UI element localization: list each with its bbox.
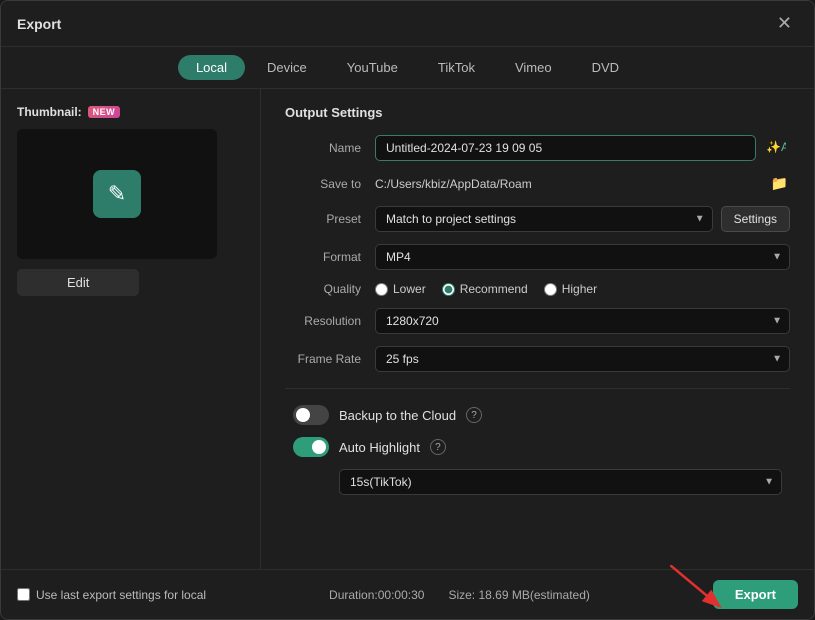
quality-lower-radio[interactable] bbox=[375, 283, 388, 296]
quality-row: Quality Lower Recommend Higher bbox=[285, 282, 790, 296]
backup-label: Backup to the Cloud bbox=[339, 408, 456, 423]
new-badge: NEW bbox=[88, 106, 121, 118]
format-label: Format bbox=[285, 250, 375, 264]
settings-button[interactable]: Settings bbox=[721, 206, 790, 232]
tiktok-duration-row: 15s(TikTok) ▼ bbox=[339, 469, 782, 495]
tab-youtube[interactable]: YouTube bbox=[329, 55, 416, 80]
pencil-icon: ✎ bbox=[108, 181, 126, 207]
last-settings-checkbox[interactable] bbox=[17, 588, 30, 601]
bottom-bar: Use last export settings for local Durat… bbox=[1, 569, 814, 619]
right-panel: Output Settings Name ✨AI Save to C:/User… bbox=[261, 89, 814, 569]
size-label: Size: bbox=[448, 588, 475, 602]
backup-help-icon[interactable]: ? bbox=[466, 407, 482, 423]
frame-rate-label: Frame Rate bbox=[285, 352, 375, 366]
thumbnail-label: Thumbnail: NEW bbox=[17, 105, 244, 119]
tab-device[interactable]: Device bbox=[249, 55, 325, 80]
duration-label: Duration: bbox=[329, 588, 378, 602]
tab-vimeo[interactable]: Vimeo bbox=[497, 55, 570, 80]
size-info: Size: 18.69 MB(estimated) bbox=[448, 588, 589, 602]
quality-label: Quality bbox=[285, 282, 375, 296]
window-title: Export bbox=[17, 16, 61, 32]
quality-recommend-radio[interactable] bbox=[442, 283, 455, 296]
ai-button[interactable]: ✨AI bbox=[762, 134, 790, 161]
quality-higher-label: Higher bbox=[562, 282, 597, 296]
resolution-row: Resolution 1280x720 ▼ bbox=[285, 308, 790, 334]
thumbnail-icon: ✎ bbox=[93, 170, 141, 218]
format-select[interactable]: MP4 bbox=[375, 244, 790, 270]
frame-rate-row: Frame Rate 25 fps ▼ bbox=[285, 346, 790, 372]
name-row: Name ✨AI bbox=[285, 134, 790, 161]
folder-button[interactable]: 📁 bbox=[769, 173, 790, 194]
auto-highlight-row: Auto Highlight ? bbox=[293, 437, 782, 457]
divider bbox=[285, 388, 790, 389]
quality-higher-radio[interactable] bbox=[544, 283, 557, 296]
auto-highlight-help-icon[interactable]: ? bbox=[430, 439, 446, 455]
quality-lower-option[interactable]: Lower bbox=[375, 282, 426, 296]
last-settings-label: Use last export settings for local bbox=[36, 588, 206, 602]
auto-highlight-toggle[interactable] bbox=[293, 437, 329, 457]
tab-local[interactable]: Local bbox=[178, 55, 245, 80]
resolution-select[interactable]: 1280x720 bbox=[375, 308, 790, 334]
quality-recommend-option[interactable]: Recommend bbox=[442, 282, 528, 296]
duration-info: Duration:00:00:30 bbox=[329, 588, 424, 602]
resolution-label: Resolution bbox=[285, 314, 375, 328]
backup-toggle-knob bbox=[296, 408, 310, 422]
frame-rate-select[interactable]: 25 fps bbox=[375, 346, 790, 372]
close-button[interactable]: ✕ bbox=[771, 11, 798, 36]
tabs-row: Local Device YouTube TikTok Vimeo DVD bbox=[1, 47, 814, 89]
name-input[interactable] bbox=[375, 135, 756, 161]
save-to-row: Save to C:/Users/kbiz/AppData/Roam 📁 bbox=[285, 173, 790, 194]
auto-highlight-label: Auto Highlight bbox=[339, 440, 420, 455]
quality-higher-option[interactable]: Higher bbox=[544, 282, 597, 296]
bottom-info: Duration:00:00:30 Size: 18.69 MB(estimat… bbox=[329, 588, 590, 602]
format-row: Format MP4 ▼ bbox=[285, 244, 790, 270]
export-window: Export ✕ Local Device YouTube TikTok Vim… bbox=[0, 0, 815, 620]
size-value: 18.69 MB(estimated) bbox=[478, 588, 589, 602]
tiktok-duration-select[interactable]: 15s(TikTok) bbox=[339, 469, 782, 495]
name-label: Name bbox=[285, 141, 375, 155]
edit-button[interactable]: Edit bbox=[17, 269, 139, 296]
output-settings-title: Output Settings bbox=[285, 105, 790, 120]
title-bar: Export ✕ bbox=[1, 1, 814, 47]
export-area: Export bbox=[713, 580, 798, 609]
auto-highlight-toggle-knob bbox=[312, 440, 326, 454]
preset-label: Preset bbox=[285, 212, 375, 226]
preset-row: Preset Match to project settings ▼ Setti… bbox=[285, 206, 790, 232]
tab-tiktok[interactable]: TikTok bbox=[420, 55, 493, 80]
toggle-section: Backup to the Cloud ? Auto Highlight ? 1… bbox=[285, 405, 790, 495]
save-path: C:/Users/kbiz/AppData/Roam bbox=[375, 177, 763, 191]
last-settings-checkbox-label[interactable]: Use last export settings for local bbox=[17, 588, 206, 602]
quality-lower-label: Lower bbox=[393, 282, 426, 296]
backup-row: Backup to the Cloud ? bbox=[293, 405, 782, 425]
left-panel: Thumbnail: NEW ✎ Edit bbox=[1, 89, 261, 569]
svg-text:✨AI: ✨AI bbox=[766, 140, 786, 154]
backup-toggle[interactable] bbox=[293, 405, 329, 425]
main-content: Thumbnail: NEW ✎ Edit Output Settings Na… bbox=[1, 89, 814, 569]
tab-dvd[interactable]: DVD bbox=[574, 55, 637, 80]
duration-value: 00:00:30 bbox=[378, 588, 425, 602]
quality-recommend-label: Recommend bbox=[460, 282, 528, 296]
preset-select[interactable]: Match to project settings bbox=[375, 206, 713, 232]
quality-options: Lower Recommend Higher bbox=[375, 282, 597, 296]
thumbnail-preview: ✎ bbox=[17, 129, 217, 259]
export-button[interactable]: Export bbox=[713, 580, 798, 609]
save-to-label: Save to bbox=[285, 177, 375, 191]
